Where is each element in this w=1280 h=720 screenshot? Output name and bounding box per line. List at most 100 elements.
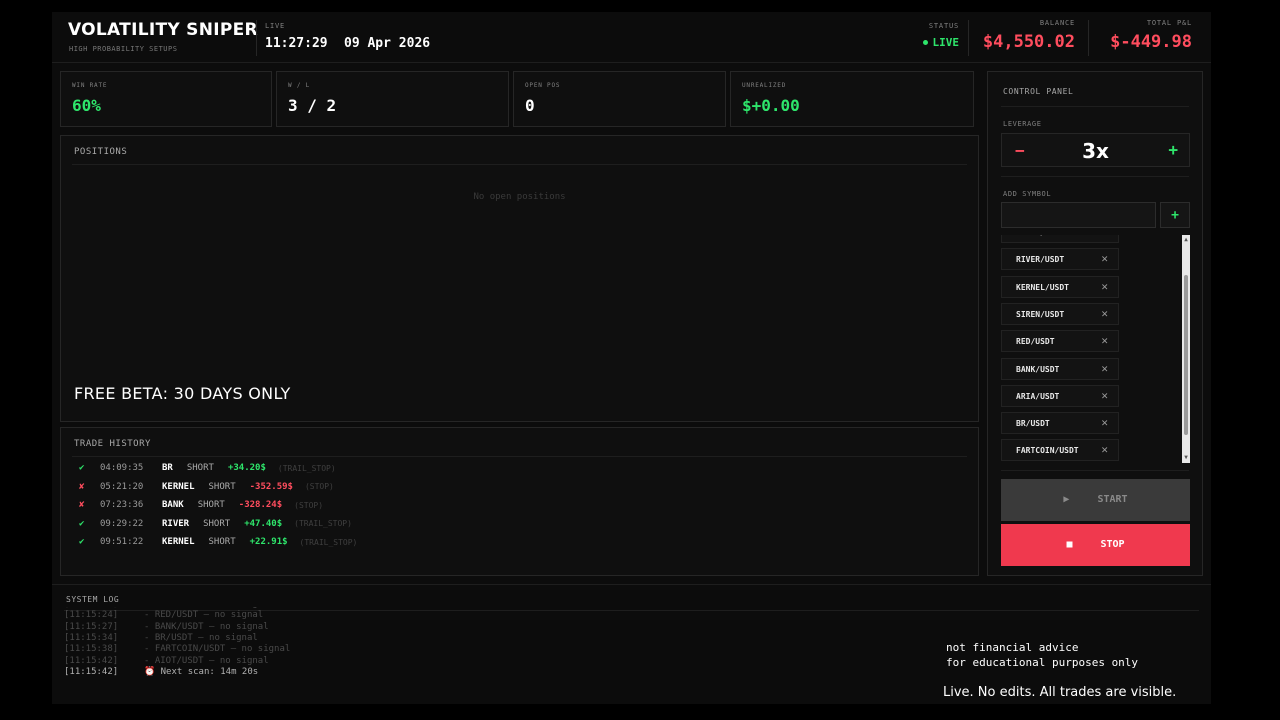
log-message: - AIOT/USDT — no signal <box>144 655 269 666</box>
log-line: [11:15:21]- DOLLR/USDT — no signal <box>64 607 274 609</box>
trade-history-panel: TRADE HISTORY ✔ 04:09:35 BR SHORT +34.20$ (TR… <box>60 427 979 576</box>
scroll-down-icon[interactable]: ▼ <box>1182 454 1190 462</box>
trade-reason: (TRAIL_STOP) <box>299 537 358 547</box>
symbol-name: RIVER/USDT <box>1016 255 1065 265</box>
trade-time: 04:09:35 <box>100 463 144 473</box>
trade-pnl: +22.91$ <box>249 537 288 547</box>
log-line: [11:15:34] - BR/USDT — no signal <box>64 633 258 643</box>
start-label: START <box>1097 494 1128 505</box>
remove-symbol-icon[interactable]: ✕ <box>1101 362 1108 375</box>
trade-history-row: ✘ 07:23:36 BANK SHORT -328.24$ (STOP) <box>79 500 323 514</box>
divider <box>72 456 967 457</box>
trade-side: SHORT <box>208 481 236 492</box>
trade-reason: (TRAIL_STOP) <box>277 463 336 473</box>
balance-value: $4,550.02 <box>982 32 1075 52</box>
remove-symbol-icon[interactable]: ✕ <box>1101 235 1108 238</box>
divider <box>1001 106 1189 107</box>
empty-positions-text: No open positions <box>473 192 566 202</box>
leverage-increase-button[interactable]: + <box>1168 140 1178 159</box>
stat-label: UNREALIZED <box>742 82 787 89</box>
divider <box>1001 176 1189 177</box>
trade-time: 09:51:22 <box>100 537 144 547</box>
positions-panel: POSITIONS No open positions FREE BETA: 3… <box>60 135 979 422</box>
remove-symbol-icon[interactable]: ✕ <box>1101 443 1108 456</box>
log-time: [11:15:42] <box>64 666 119 677</box>
symbol-name: SIREN/USDT <box>1016 309 1065 319</box>
log-time: [11:15:27] <box>64 621 119 632</box>
log-message: - DOLLR/USDT — no signal <box>144 607 274 609</box>
symbol-chip: KERNEL/USDT ✕ <box>1001 275 1119 298</box>
disclaimer-line: for educational purposes only <box>946 656 1139 669</box>
log-time: [11:15:21] <box>64 607 144 609</box>
remove-symbol-icon[interactable]: ✕ <box>1101 389 1108 402</box>
system-log-lines[interactable]: [11:15:21]- DOLLR/USDT — no signal[11:15… <box>64 607 464 689</box>
symbol-chip: RIVER/USDT ✕ <box>1001 248 1119 271</box>
symbol-name: DOLLR/USDT <box>1016 235 1064 237</box>
leverage-label: LEVERAGE <box>1003 120 1042 128</box>
cross-icon: ✘ <box>79 481 85 492</box>
trade-side: SHORT <box>186 463 214 473</box>
system-log-panel: SYSTEM LOG [11:15:21]- DOLLR/USDT — no s… <box>52 584 1211 705</box>
stat-value: 3 / 2 <box>288 96 337 115</box>
control-panel: CONTROL PANEL LEVERAGE − 3x + ADD SYMBOL… <box>987 71 1203 576</box>
stat-value: 60% <box>72 96 101 115</box>
stat-label: W / L <box>288 82 311 89</box>
beta-overlay-text: FREE BETA: 30 DAYS ONLY <box>74 384 291 403</box>
log-message: - FARTCOIN/USDT — no signal <box>144 644 291 655</box>
stat-card-win-rate: WIN RATE 60% <box>60 71 272 127</box>
trade-reason: (TRAIL_STOP) <box>294 519 352 528</box>
symbol-list[interactable]: DOLLR/USDT✕RIVER/USDT✕KERNEL/USDT✕SIREN/… <box>1001 235 1190 463</box>
check-icon: ✔ <box>79 518 85 529</box>
trade-symbol: KERNEL <box>162 537 195 547</box>
trade-history-row: ✘ 05:21:20 KERNEL SHORT -352.59$ (STOP) <box>79 482 334 496</box>
disclaimer-live-note: Live. No edits. All trades are visible. <box>943 685 1177 700</box>
remove-symbol-icon[interactable]: ✕ <box>1101 334 1108 347</box>
add-symbol-input[interactable] <box>1001 202 1156 228</box>
trade-time: 07:23:36 <box>100 500 144 510</box>
trade-history-row: ✔ 04:09:35 BR SHORT +34.20$ (TRAIL_STOP) <box>79 463 336 477</box>
log-line: [11:15:27] - BANK/USDT — no signal <box>64 622 269 632</box>
log-message: - BANK/USDT — no signal <box>144 621 269 632</box>
add-symbol-button[interactable]: + <box>1160 202 1190 228</box>
remove-symbol-icon[interactable]: ✕ <box>1101 307 1108 320</box>
check-icon: ✔ <box>79 463 85 473</box>
check-icon: ✔ <box>79 537 85 547</box>
stop-button[interactable]: ■ STOP <box>1001 524 1190 566</box>
log-message: ⏰ Next scan: 14m 20s <box>144 666 259 677</box>
symbol-name: FARTCOIN/USDT <box>1016 446 1079 456</box>
positions-title: POSITIONS <box>74 147 128 157</box>
log-message: - BR/USDT — no signal <box>144 632 258 643</box>
status-badge: LIVE <box>922 36 960 49</box>
divider <box>256 20 257 56</box>
divider <box>1001 470 1189 471</box>
symbol-chip: SIREN/USDT ✕ <box>1001 302 1119 325</box>
log-time: [11:15:42] <box>64 655 119 666</box>
trade-pnl: +34.20$ <box>227 463 266 473</box>
status-value: LIVE <box>932 36 960 49</box>
symbol-chip: FARTCOIN/USDT ✕ <box>1001 439 1119 462</box>
start-button[interactable]: ▶ START <box>1001 479 1190 521</box>
scrollbar-thumb[interactable] <box>1184 275 1188 435</box>
symbol-list-scrollbar[interactable]: ▲ ▼ <box>1182 235 1190 463</box>
remove-symbol-icon[interactable]: ✕ <box>1101 416 1108 429</box>
trade-reason: (STOP) <box>304 482 334 491</box>
pnl-value: $-449.98 <box>1110 32 1192 52</box>
trade-side: SHORT <box>197 500 225 510</box>
clock-time: 11:27:29 <box>265 36 328 51</box>
scroll-up-icon[interactable]: ▲ <box>1182 236 1190 244</box>
status-dot-icon <box>922 39 928 45</box>
stat-card-unrealized: UNREALIZED $+0.00 <box>730 71 974 127</box>
remove-symbol-icon[interactable]: ✕ <box>1101 252 1108 265</box>
stat-card-wl: W / L 3 / 2 <box>276 71 509 127</box>
remove-symbol-icon[interactable]: ✕ <box>1101 280 1108 293</box>
trade-history-row: ✔ 09:51:22 KERNEL SHORT +22.91$ (TRAIL_STOP) <box>79 537 357 551</box>
log-time: [11:15:34] <box>64 632 119 643</box>
trade-pnl: -352.59$ <box>249 481 293 492</box>
trade-symbol: KERNEL <box>162 481 195 492</box>
trade-symbol: BR <box>162 463 173 473</box>
symbol-name: BANK/USDT <box>1016 364 1060 374</box>
add-symbol-label: ADD SYMBOL <box>1003 190 1052 198</box>
trade-symbol: BANK <box>162 500 184 510</box>
symbol-chip: DOLLR/USDT ✕ <box>1001 235 1119 243</box>
trade-symbol: RIVER <box>162 518 190 529</box>
